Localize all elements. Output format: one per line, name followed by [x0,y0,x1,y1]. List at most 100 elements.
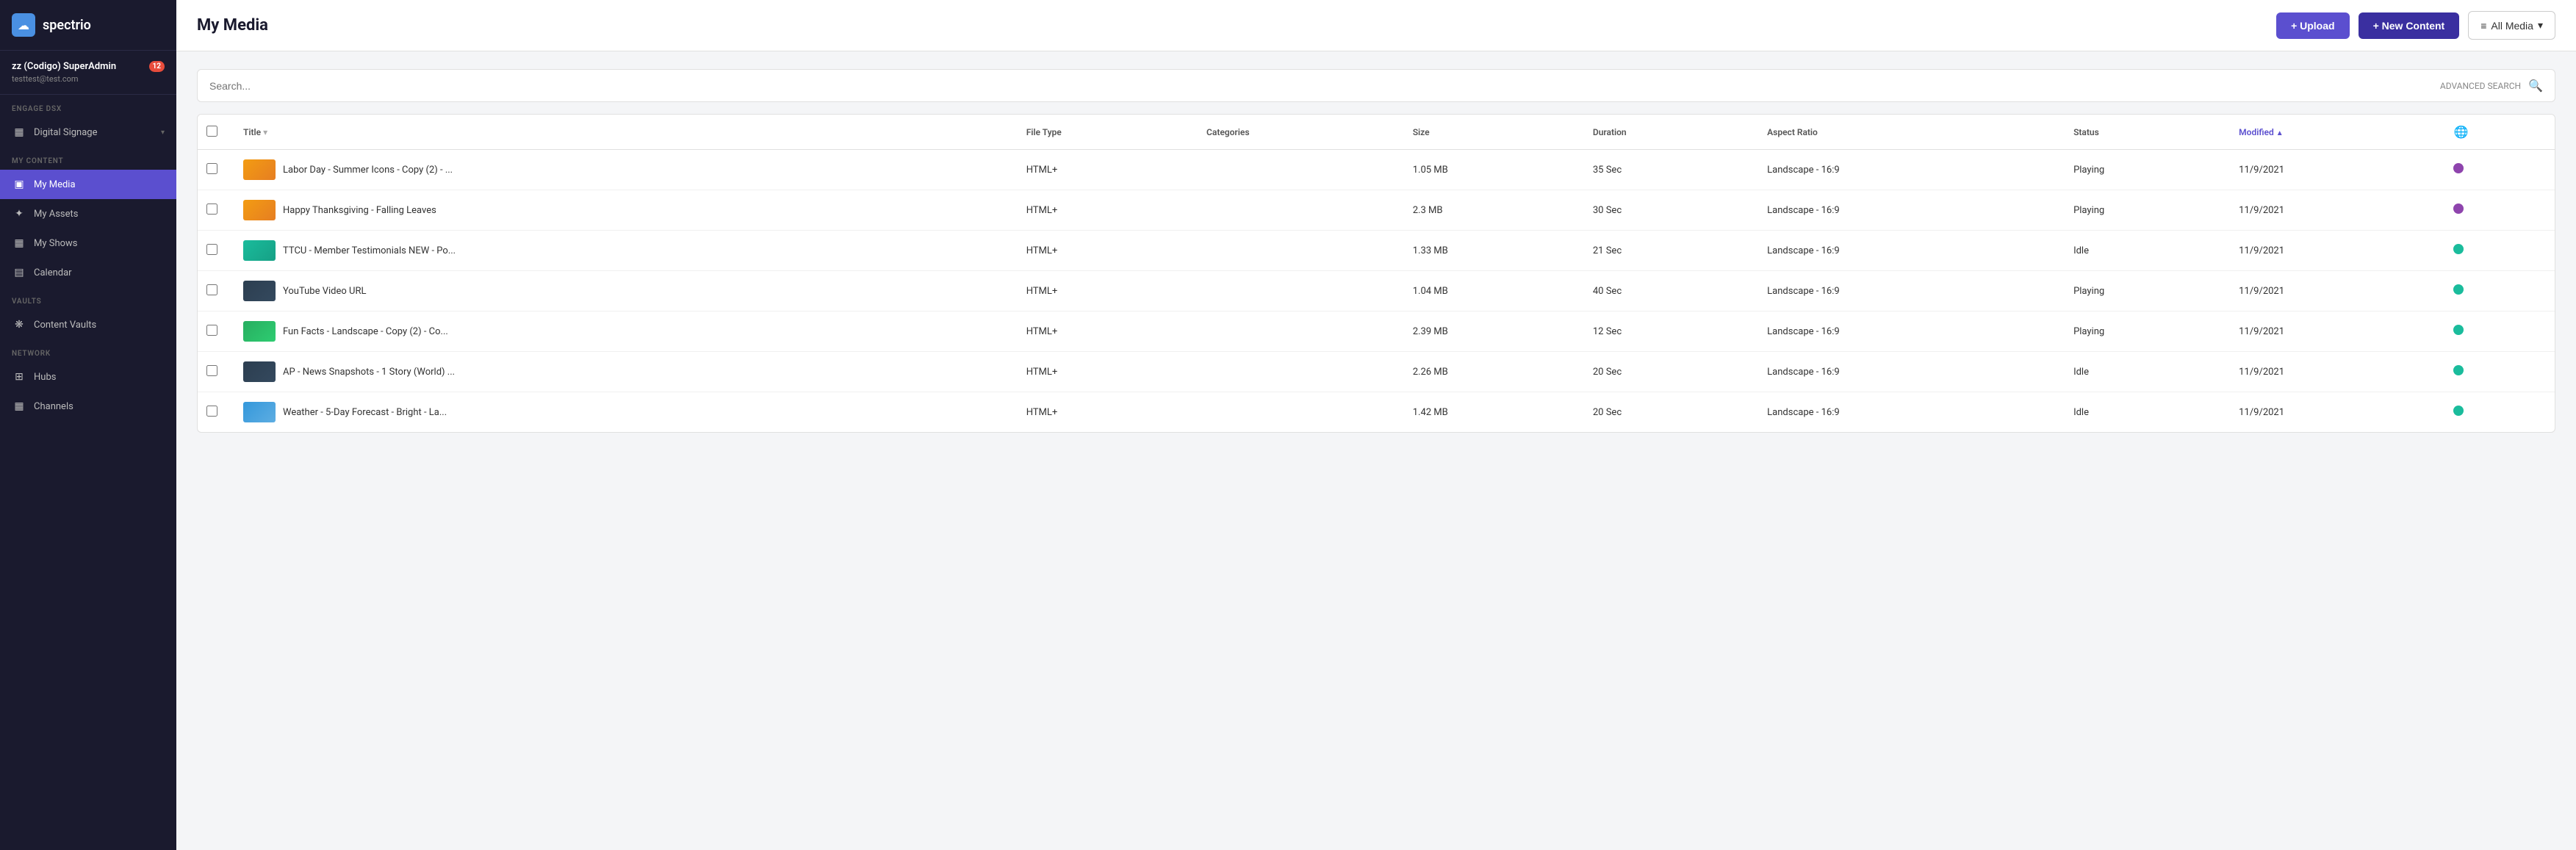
row-checkbox[interactable] [206,365,217,376]
col-checkbox [198,115,234,150]
row-title[interactable]: YouTube Video URL [283,286,366,297]
chevron-down-icon: ▾ [161,129,165,137]
new-content-button[interactable]: + New Content [2359,12,2460,39]
user-section: zz (Codigo) SuperAdmin testtest@test.com… [0,51,176,95]
table-row: Labor Day - Summer Icons - Copy (2) - ..… [198,150,2555,190]
sidebar-item-calendar[interactable]: ▤ Calendar [0,258,176,287]
sidebar-item-my-assets[interactable]: ✦ My Assets [0,199,176,228]
row-icon-cell [2444,271,2555,311]
main-content: My Media + Upload + New Content ≡ All Me… [176,0,2576,850]
row-aspect-ratio: Landscape - 16:9 [1758,271,2065,311]
row-title[interactable]: TTCU - Member Testimonials NEW - Po... [283,245,456,256]
row-categories [1198,190,1404,231]
row-size: 1.04 MB [1404,271,1584,311]
topbar-actions: + Upload + New Content ≡ All Media ▾ [2276,11,2555,40]
sidebar-item-label: Content Vaults [34,320,165,331]
status-dot-icon [2453,163,2464,173]
col-actions: 🌐 [2444,115,2555,150]
page-title: My Media [197,16,268,35]
row-categories [1198,392,1404,433]
row-thumbnail [243,361,276,382]
row-icon-cell [2444,311,2555,352]
row-checkbox[interactable] [206,244,217,255]
sidebar-header: ☁ spectrio [0,0,176,51]
row-checkbox[interactable] [206,406,217,417]
col-title[interactable]: Title ▾ [234,115,1018,150]
row-duration: 40 Sec [1584,271,1758,311]
sidebar-item-label: Calendar [34,267,165,278]
upload-button[interactable]: + Upload [2276,12,2350,39]
select-all-checkbox[interactable] [206,126,217,137]
row-checkbox-cell [198,352,234,392]
sidebar-item-digital-signage[interactable]: ▦ Digital Signage ▾ [0,118,176,147]
app-name: spectrio [43,18,91,33]
row-modified: 11/9/2021 [2230,231,2444,271]
row-title[interactable]: Fun Facts - Landscape - Copy (2) - Co... [283,326,448,337]
row-title-cell: Weather - 5-Day Forecast - Bright - La..… [234,392,1018,433]
row-title-cell: Labor Day - Summer Icons - Copy (2) - ..… [234,150,1018,190]
row-title[interactable]: AP - News Snapshots - 1 Story (World) ..… [283,367,455,378]
engage-label: Engage DSX [0,95,176,118]
col-file-type[interactable]: File Type [1018,115,1198,150]
row-size: 2.26 MB [1404,352,1584,392]
assets-icon: ✦ [12,206,26,221]
notification-badge[interactable]: 12 [149,61,165,72]
search-icon[interactable]: 🔍 [2528,79,2543,93]
row-checkbox-cell [198,271,234,311]
row-aspect-ratio: Landscape - 16:9 [1758,352,2065,392]
advanced-search-label[interactable]: ADVANCED SEARCH [2440,81,2521,91]
row-title-cell: TTCU - Member Testimonials NEW - Po... [234,231,1018,271]
row-checkbox[interactable] [206,163,217,174]
sidebar-item-label: Digital Signage [34,127,154,138]
row-categories [1198,150,1404,190]
sidebar-item-hubs[interactable]: ⊞ Hubs [0,362,176,392]
row-title[interactable]: Weather - 5-Day Forecast - Bright - La..… [283,407,447,418]
col-modified[interactable]: Modified ▲ [2230,115,2444,150]
row-file-type: HTML+ [1018,150,1198,190]
row-size: 1.42 MB [1404,392,1584,433]
status-dot-icon [2453,244,2464,254]
status-dot-icon [2453,284,2464,295]
user-email: testtest@test.com [12,74,165,84]
row-thumbnail [243,200,276,220]
row-icon-cell [2444,352,2555,392]
row-file-type: HTML+ [1018,190,1198,231]
col-aspect-ratio[interactable]: Aspect Ratio [1758,115,2065,150]
row-modified: 11/9/2021 [2230,271,2444,311]
col-status[interactable]: Status [2065,115,2230,150]
search-input[interactable] [209,80,1843,92]
row-duration: 21 Sec [1584,231,1758,271]
sidebar-item-channels[interactable]: ▦ Channels [0,392,176,421]
row-thumbnail [243,321,276,342]
row-file-type: HTML+ [1018,352,1198,392]
sidebar-item-content-vaults[interactable]: ❋ Content Vaults [0,310,176,339]
vault-icon: ❋ [12,317,26,332]
table-row: TTCU - Member Testimonials NEW - Po... H… [198,231,2555,271]
row-categories [1198,271,1404,311]
row-thumbnail [243,402,276,422]
status-dot-icon [2453,204,2464,214]
row-checkbox-cell [198,311,234,352]
sidebar-item-my-media[interactable]: ▣ My Media [0,170,176,199]
row-title[interactable]: Labor Day - Summer Icons - Copy (2) - ..… [283,165,453,176]
sidebar-item-my-shows[interactable]: ▦ My Shows [0,228,176,258]
channels-icon: ▦ [12,399,26,414]
row-thumbnail [243,240,276,261]
chevron-down-icon: ▾ [2538,19,2543,32]
row-categories [1198,352,1404,392]
row-modified: 11/9/2021 [2230,190,2444,231]
status-dot-icon [2453,365,2464,375]
calendar-icon: ▤ [12,265,26,280]
row-title-cell: Happy Thanksgiving - Falling Leaves [234,190,1018,231]
row-checkbox[interactable] [206,325,217,336]
all-media-button[interactable]: ≡ All Media ▾ [2468,11,2555,40]
row-checkbox[interactable] [206,204,217,215]
row-checkbox[interactable] [206,284,217,295]
col-duration[interactable]: Duration [1584,115,1758,150]
row-categories [1198,311,1404,352]
row-icon-cell [2444,150,2555,190]
col-size[interactable]: Size [1404,115,1584,150]
grid-icon: ▦ [12,125,26,140]
col-categories[interactable]: Categories [1198,115,1404,150]
row-title[interactable]: Happy Thanksgiving - Falling Leaves [283,205,436,216]
